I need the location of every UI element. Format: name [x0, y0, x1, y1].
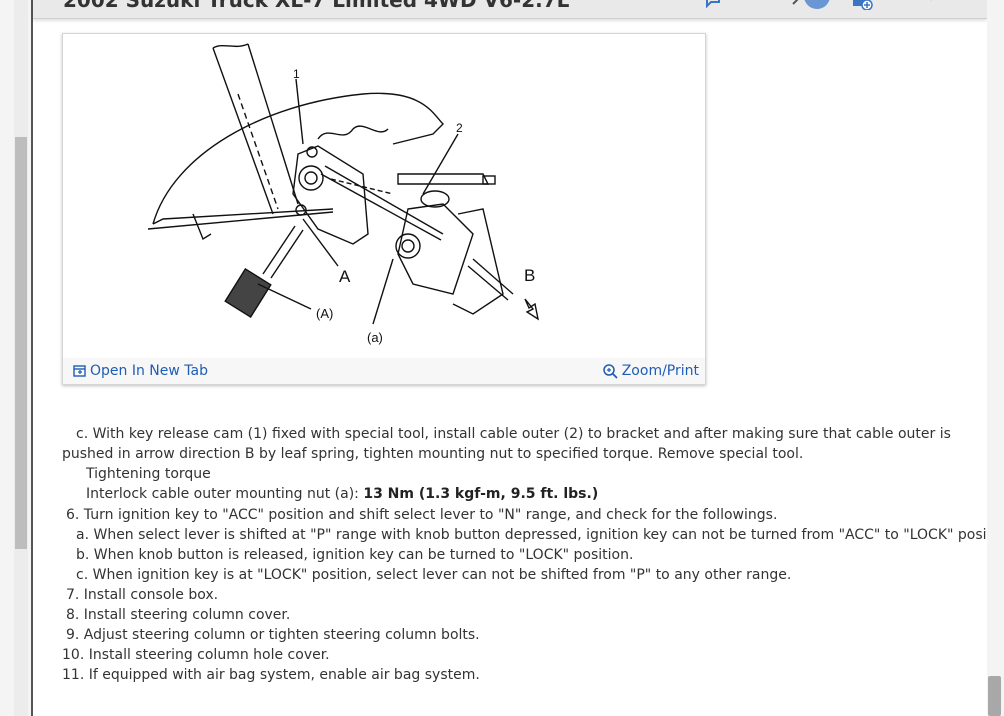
open-in-new-tab-link[interactable]: Open In New Tab — [73, 363, 208, 379]
step-8: 8. Install steering column cover. — [66, 607, 291, 623]
callout-a-big: A — [339, 267, 351, 286]
callout-2: 2 — [456, 121, 463, 135]
step-6c: c. When ignition key is at "LOCK" positi… — [76, 567, 792, 583]
step-11: 11. If equipped with air bag system, ena… — [62, 667, 480, 683]
torque-label: Interlock cable outer mounting nut (a): — [86, 486, 364, 502]
open-in-new-tab-label: Open In New Tab — [90, 363, 208, 379]
top-toolbar: 2002 Suzuki Truck XL-7 Limited 4WD V6-2.… — [33, 0, 987, 19]
zoom-print-link[interactable]: Zoom/Print — [602, 363, 699, 379]
callout-a-small: (a) — [367, 330, 383, 345]
avatar[interactable] — [801, 0, 833, 10]
diagram-figure: 1 2 A B (A) (a) Open In New Tab Zoom/Pri… — [62, 33, 706, 385]
left-scrollbar-thumb[interactable] — [15, 137, 27, 549]
torque-spec: Interlock cable outer mounting nut (a): … — [86, 484, 598, 504]
step-6a: a. When select lever is shifted at "P" r… — [76, 527, 1004, 543]
zoom-icon — [602, 363, 618, 379]
step-6b: b. When knob button is released, ignitio… — [76, 547, 634, 563]
right-scrollbar-track[interactable] — [987, 0, 1004, 716]
dropdown-chevron-icon[interactable] — [923, 0, 939, 10]
callout-1: 1 — [293, 67, 300, 81]
open-new-tab-icon — [73, 364, 86, 377]
zoom-print-label: Zoom/Print — [621, 363, 699, 379]
interlock-cable-diagram: 1 2 A B (A) (a) — [147, 43, 540, 345]
torque-heading: Tightening torque — [86, 466, 211, 482]
step-10: 10. Install steering column hole cover. — [62, 647, 330, 663]
step-c-text: c. With key release cam (1) fixed with s… — [62, 426, 951, 462]
step-6: 6. Turn ignition key to "ACC" position a… — [66, 507, 778, 523]
step-7: 7. Install console box. — [66, 587, 219, 603]
vehicle-title: 2002 Suzuki Truck XL-7 Limited 4WD V6-2.… — [63, 0, 570, 12]
callout-b-big: B — [524, 266, 535, 285]
callout-a-paren: (A) — [316, 306, 333, 321]
step-9: 9. Adjust steering column or tighten ste… — [66, 627, 480, 643]
right-scrollbar-thumb[interactable] — [988, 676, 1001, 716]
figure-footer: Open In New Tab Zoom/Print — [63, 358, 705, 384]
message-icon[interactable] — [705, 0, 721, 10]
torque-value: 13 Nm (1.3 kgf-m, 9.5 ft. lbs.) — [363, 486, 599, 502]
add-bookmark-icon[interactable] — [851, 0, 875, 10]
